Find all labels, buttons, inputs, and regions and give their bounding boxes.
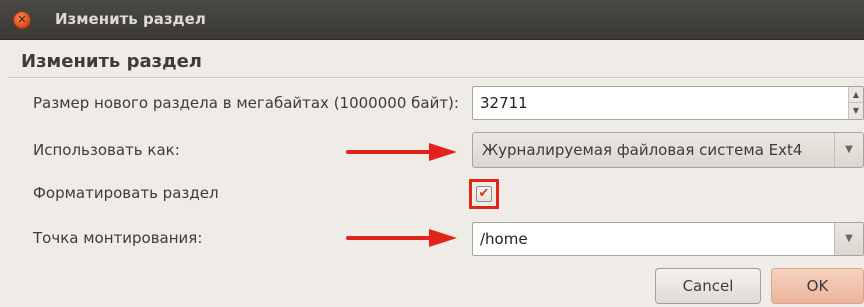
use-as-label: Использовать как: xyxy=(33,141,180,159)
window-title: Изменить раздел xyxy=(55,10,206,28)
size-label: Размер нового раздела в мегабайтах (1000… xyxy=(33,94,459,112)
chevron-down-icon[interactable]: ▼ xyxy=(834,223,863,255)
filesystem-select[interactable]: Журналируемая файловая система Ext4 ▼ xyxy=(472,132,864,168)
format-label: Форматировать раздел xyxy=(33,184,219,202)
spin-down-icon[interactable]: ▼ xyxy=(849,103,863,119)
divider xyxy=(8,77,864,79)
close-icon[interactable]: ✕ xyxy=(13,11,31,29)
mount-label: Точка монтирования: xyxy=(33,229,203,247)
size-value: 32711 xyxy=(480,94,528,112)
spin-buttons: ▲ ▼ xyxy=(848,87,863,119)
mount-point-combo[interactable]: /home ▼ xyxy=(472,222,864,256)
dialog-heading: Изменить раздел xyxy=(21,51,202,72)
title-bar: ✕ Изменить раздел xyxy=(0,0,864,40)
size-spinbox[interactable]: 32711 ▲ ▼ xyxy=(472,86,864,120)
cancel-button[interactable]: Cancel xyxy=(655,268,761,304)
chevron-down-icon[interactable]: ▼ xyxy=(834,133,863,167)
red-arrow-icon xyxy=(346,229,457,247)
ok-button[interactable]: OK xyxy=(771,268,864,304)
format-checkbox[interactable]: ✔ xyxy=(476,186,492,202)
filesystem-value: Журналируемая файловая система Ext4 xyxy=(482,141,803,159)
red-arrow-icon xyxy=(346,143,457,161)
spin-up-icon[interactable]: ▲ xyxy=(849,87,863,103)
mount-point-value: /home xyxy=(480,230,528,248)
